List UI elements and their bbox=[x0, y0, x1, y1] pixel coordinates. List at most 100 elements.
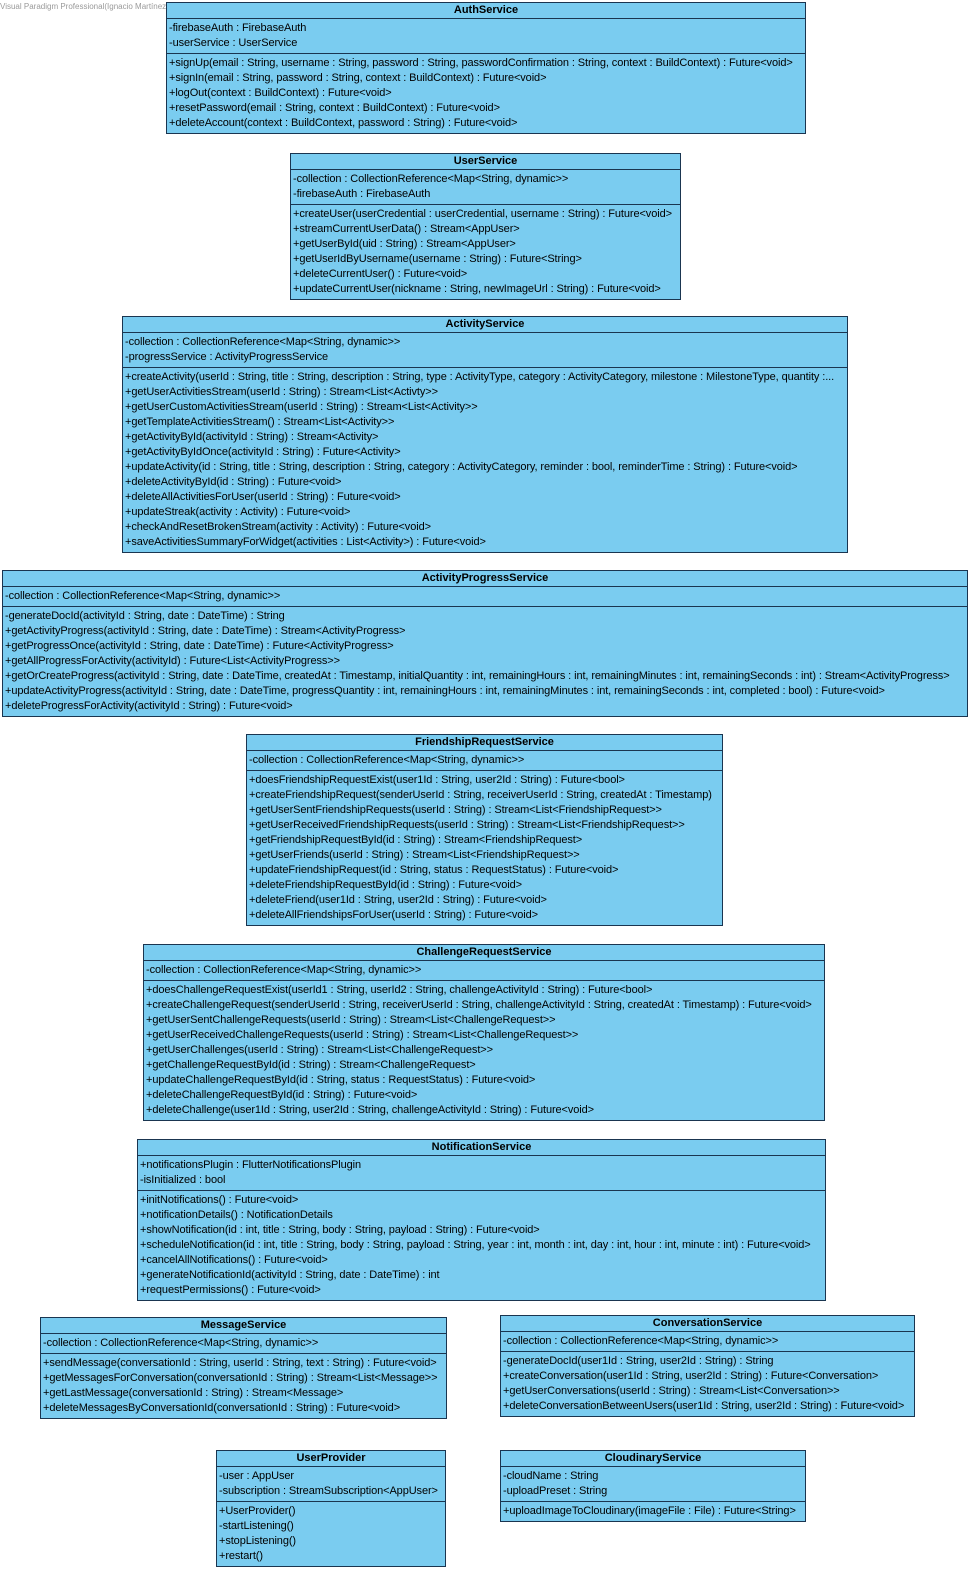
attribute-line: -user : AppUser bbox=[219, 1470, 294, 1482]
cloudinary-service-class[interactable]: CloudinaryService -cloudName : String -upl… bbox=[500, 1450, 806, 1522]
attributes-compartment: -firebaseAuth : FirebaseAuth -userService… bbox=[167, 19, 805, 53]
operations-compartment: -generateDocId(activityId : String, date… bbox=[3, 606, 967, 716]
operation-line: +deleteAllActivitiesForUser(userId : Str… bbox=[125, 491, 401, 503]
operation-line: +UserProvider() bbox=[219, 1505, 296, 1517]
user-provider-class[interactable]: UserProvider -user : AppUser -subscription… bbox=[216, 1450, 446, 1567]
class-name: ActivityProgressService bbox=[3, 571, 967, 587]
operation-line: +getUserActivitiesStream(userId : String… bbox=[125, 386, 438, 398]
operation-line: +getLastMessage(conversationId : String)… bbox=[43, 1387, 344, 1399]
operation-line: +updateChallengeRequestById(id : String,… bbox=[146, 1074, 536, 1086]
operation-line: +updateCurrentUser(nickname : String, ne… bbox=[293, 283, 661, 295]
operation-line: +getUserById(uid : String) : Stream<AppU… bbox=[293, 238, 516, 250]
class-name: UserService bbox=[291, 154, 680, 170]
attribute-line: -collection : CollectionReference<Map<St… bbox=[43, 1337, 319, 1349]
attribute-line: -collection : CollectionReference<Map<St… bbox=[146, 964, 422, 976]
attribute-line: -subscription : StreamSubscription<AppUs… bbox=[219, 1485, 438, 1497]
class-name: MessageService bbox=[41, 1318, 446, 1334]
operation-line: +doesFriendshipRequestExist(user1Id : St… bbox=[249, 774, 625, 786]
operations-compartment: +UserProvider() -startListening() +stopLis… bbox=[217, 1501, 445, 1566]
attributes-compartment: -collection : CollectionReference<Map<St… bbox=[501, 1332, 914, 1351]
attribute-line: -firebaseAuth : FirebaseAuth bbox=[293, 188, 431, 200]
operation-line: -generateDocId(activityId : String, date… bbox=[5, 610, 285, 622]
operations-compartment: +initNotifications() : Future<void> +noti… bbox=[138, 1190, 825, 1300]
operation-line: +requestPermissions() : Future<void> bbox=[140, 1284, 321, 1296]
operation-line: +getMessagesForConversation(conversation… bbox=[43, 1372, 438, 1384]
operation-line: +getActivityById(activityId : String) : … bbox=[125, 431, 379, 443]
attribute-line: -progressService : ActivityProgressServi… bbox=[125, 351, 329, 363]
operation-line: +deleteCurrentUser() : Future<void> bbox=[293, 268, 468, 280]
friendship-request-service-class[interactable]: FriendshipRequestService -collection : Co… bbox=[246, 734, 723, 926]
operation-line: +getActivityProgress(activityId : String… bbox=[5, 625, 406, 637]
operation-line: +deleteMessagesByConversationId(conversa… bbox=[43, 1402, 401, 1414]
operation-line: +doesChallengeRequestExist(userId1 : Str… bbox=[146, 984, 653, 996]
attribute-line: -cloudName : String bbox=[503, 1470, 599, 1482]
operation-line: +createActivity(userId : String, title :… bbox=[125, 371, 835, 383]
conversation-service-class[interactable]: ConversationService -collection : Collect… bbox=[500, 1315, 915, 1417]
operation-line: +deleteActivityById(id : String) : Futur… bbox=[125, 476, 342, 488]
operation-line: +getAllProgressForActivity(activityId) :… bbox=[5, 655, 340, 667]
operation-line: +restart() bbox=[219, 1550, 263, 1562]
operations-compartment: +createUser(userCredential : userCredent… bbox=[291, 204, 680, 299]
activity-service-class[interactable]: ActivityService -collection : CollectionR… bbox=[122, 316, 848, 553]
operation-line: +createChallengeRequest(senderUserId : S… bbox=[146, 999, 812, 1011]
operation-line: +deleteConversationBetweenUsers(user1Id … bbox=[503, 1400, 905, 1412]
class-name: ConversationService bbox=[501, 1316, 914, 1332]
operation-line: +getUserCustomActivitiesStream(userId : … bbox=[125, 401, 478, 413]
attribute-line: -collection : CollectionReference<Map<St… bbox=[249, 754, 525, 766]
attributes-compartment: -collection : CollectionReference<Map<St… bbox=[247, 751, 722, 770]
operation-line: +updateFriendshipRequest(id : String, st… bbox=[249, 864, 619, 876]
operation-line: +createConversation(user1Id : String, us… bbox=[503, 1370, 879, 1382]
attribute-line: +notificationsPlugin : FlutterNotificati… bbox=[140, 1159, 362, 1171]
operations-compartment: +signUp(email : String, username : Strin… bbox=[167, 53, 805, 133]
class-diagram-canvas: Visual Paradigm Professional(Ignacio Mar… bbox=[0, 0, 979, 1582]
operation-line: +deleteFriend(user1Id : String, user2Id … bbox=[249, 894, 547, 906]
user-service-class[interactable]: UserService -collection : CollectionRefer… bbox=[290, 153, 681, 300]
attributes-compartment: -user : AppUser -subscription : StreamSub… bbox=[217, 1467, 445, 1501]
operation-line: +getUserConversations(userId : String) :… bbox=[503, 1385, 840, 1397]
operation-line: +createUser(userCredential : userCredent… bbox=[293, 208, 672, 220]
operation-line: +signUp(email : String, username : Strin… bbox=[169, 57, 793, 69]
class-name: ActivityService bbox=[123, 317, 847, 333]
operation-line: +deleteChallengeRequestById(id : String)… bbox=[146, 1089, 418, 1101]
auth-service-class[interactable]: AuthService -firebaseAuth : FirebaseAuth -… bbox=[166, 2, 806, 134]
operation-line: +uploadImageToCloudinary(imageFile : Fil… bbox=[503, 1505, 796, 1517]
operation-line: +getUserReceivedChallengeRequests(userId… bbox=[146, 1029, 579, 1041]
attributes-compartment: -collection : CollectionReference<Map<St… bbox=[41, 1334, 446, 1353]
operation-line: +scheduleNotification(id : int, title : … bbox=[140, 1239, 811, 1251]
operation-line: +generateNotificationId(activityId : Str… bbox=[140, 1269, 440, 1281]
message-service-class[interactable]: MessageService -collection : CollectionRe… bbox=[40, 1317, 447, 1419]
attribute-line: -collection : CollectionReference<Map<St… bbox=[125, 336, 401, 348]
operations-compartment: -generateDocId(user1Id : String, user2Id… bbox=[501, 1351, 914, 1416]
class-name: AuthService bbox=[167, 3, 805, 19]
operation-line: +updateActivityProgress(activityId : Str… bbox=[5, 685, 885, 697]
operation-line: +getUserSentChallengeRequests(userId : S… bbox=[146, 1014, 556, 1026]
activity-progress-service-class[interactable]: ActivityProgressService -collection : Col… bbox=[2, 570, 968, 717]
attribute-line: -collection : CollectionReference<Map<St… bbox=[503, 1335, 779, 1347]
operations-compartment: +uploadImageToCloudinary(imageFile : Fil… bbox=[501, 1501, 805, 1521]
operation-line: +cancelAllNotifications() : Future<void> bbox=[140, 1254, 328, 1266]
class-name: UserProvider bbox=[217, 1451, 445, 1467]
operation-line: +initNotifications() : Future<void> bbox=[140, 1194, 299, 1206]
operation-line: +getUserFriends(userId : String) : Strea… bbox=[249, 849, 580, 861]
operation-line: +resetPassword(email : String, context :… bbox=[169, 102, 500, 114]
operations-compartment: +doesChallengeRequestExist(userId1 : Str… bbox=[144, 980, 824, 1120]
challenge-request-service-class[interactable]: ChallengeRequestService -collection : Col… bbox=[143, 944, 825, 1121]
class-name: FriendshipRequestService bbox=[247, 735, 722, 751]
class-name: CloudinaryService bbox=[501, 1451, 805, 1467]
operation-line: +checkAndResetBrokenStream(activity : Ac… bbox=[125, 521, 431, 533]
operation-line: +deleteProgressForActivity(activityId : … bbox=[5, 700, 293, 712]
operation-line: +showNotification(id : int, title : Stri… bbox=[140, 1224, 540, 1236]
operation-line: +updateStreak(activity : Activity) : Fut… bbox=[125, 506, 351, 518]
operation-line: +getTemplateActivitiesStream() : Stream<… bbox=[125, 416, 395, 428]
attribute-line: -userService : UserService bbox=[169, 37, 298, 49]
operation-line: +logOut(context : BuildContext) : Future… bbox=[169, 87, 392, 99]
operation-line: +getUserReceivedFriendshipRequests(userI… bbox=[249, 819, 685, 831]
operation-line: +notificationDetails() : NotificationDet… bbox=[140, 1209, 333, 1221]
notification-service-class[interactable]: NotificationService +notificationsPlugin … bbox=[137, 1139, 826, 1301]
operation-line: -generateDocId(user1Id : String, user2Id… bbox=[503, 1355, 774, 1367]
attributes-compartment: -collection : CollectionReference<Map<St… bbox=[291, 170, 680, 204]
operation-line: +stopListening() bbox=[219, 1535, 296, 1547]
operation-line: +getProgressOnce(activityId : String, da… bbox=[5, 640, 394, 652]
operations-compartment: +createActivity(userId : String, title :… bbox=[123, 367, 847, 552]
operation-line: +getFriendshipRequestById(id : String) :… bbox=[249, 834, 583, 846]
